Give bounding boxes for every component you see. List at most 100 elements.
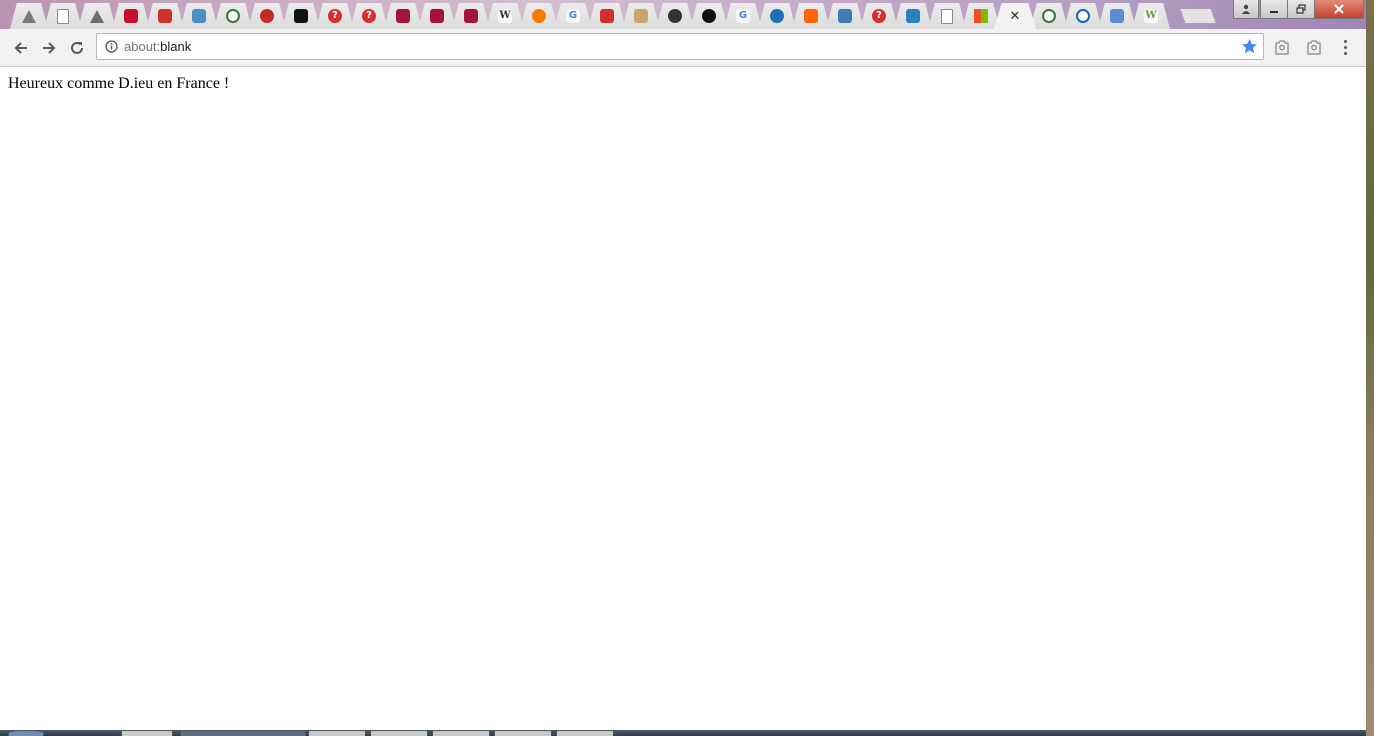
browser-tab[interactable]: ? (350, 3, 388, 29)
new-tab-button[interactable] (1179, 8, 1217, 24)
browser-tab[interactable] (248, 3, 286, 29)
browser-tab[interactable] (214, 3, 252, 29)
browser-tab[interactable] (1098, 3, 1136, 29)
browser-tab[interactable]: G (724, 3, 762, 29)
taskbar-button[interactable] (308, 730, 366, 736)
close-icon (1334, 4, 1344, 14)
browser-tab[interactable] (962, 3, 1000, 29)
taskbar-button[interactable] (494, 730, 552, 736)
browser-tab[interactable] (520, 3, 558, 29)
red-shape-icon (396, 9, 410, 23)
browser-tab[interactable] (588, 3, 626, 29)
slash-logo-icon (600, 9, 614, 23)
pattern-icon (838, 9, 852, 23)
browser-tab[interactable] (622, 3, 660, 29)
url-scheme: about: (124, 39, 161, 54)
browser-tab[interactable] (112, 3, 150, 29)
orange-swirl-icon (532, 9, 546, 23)
start-button[interactable] (8, 730, 44, 736)
red-shape-icon (430, 9, 444, 23)
code-brackets-icon (226, 9, 240, 23)
microsoft-icon (974, 9, 988, 23)
google-icon: G (736, 9, 750, 23)
question-icon: ? (362, 9, 376, 23)
browser-tab[interactable] (792, 3, 830, 29)
extension-icon[interactable] (1274, 39, 1290, 55)
page-content: Heureux comme D.ieu en France ! (0, 67, 1366, 730)
info-icon[interactable] (105, 40, 118, 53)
reload-icon (71, 41, 83, 54)
browser-tab[interactable] (452, 3, 490, 29)
browser-tab[interactable]: G (554, 3, 592, 29)
browser-tab[interactable] (44, 3, 82, 29)
bookmark-star-icon[interactable] (1241, 38, 1258, 55)
taskbar-button[interactable] (556, 730, 614, 736)
minimize-icon (1270, 11, 1278, 13)
wh-logo-icon: W (1144, 9, 1158, 23)
wikipedia-icon: W (498, 9, 512, 23)
face-icon (668, 9, 682, 23)
code-brackets-icon (1076, 9, 1090, 23)
browser-menu-button[interactable] (1337, 38, 1353, 56)
browser-tab[interactable] (282, 3, 320, 29)
close-window-button[interactable] (1314, 0, 1364, 19)
browser-tab[interactable] (180, 3, 218, 29)
triangle-logo-icon (90, 9, 104, 23)
user-icon (1242, 4, 1250, 14)
flower-icon (634, 9, 648, 23)
browser-tab[interactable] (1064, 3, 1102, 29)
question-icon: ? (328, 9, 342, 23)
browser-tab[interactable] (894, 3, 932, 29)
profile-button[interactable] (1233, 0, 1259, 19)
taskbar (0, 730, 1366, 736)
browser-tab[interactable] (1030, 3, 1068, 29)
browser-tab[interactable] (146, 3, 184, 29)
browser-tab[interactable] (384, 3, 422, 29)
browser-toolbar: about:blank (0, 29, 1366, 67)
red-shape-icon (464, 9, 478, 23)
arrow-right-icon (43, 42, 56, 54)
shield-icon (1110, 9, 1124, 23)
extension-icon[interactable] (1306, 39, 1322, 55)
address-url[interactable]: about:blank (124, 39, 191, 54)
red-ring-icon (260, 9, 274, 23)
forward-button[interactable] (38, 37, 60, 59)
browser-tab[interactable] (656, 3, 694, 29)
taskbar-button[interactable] (121, 730, 173, 736)
browser-tab[interactable]: W (1132, 3, 1170, 29)
minimize-button[interactable] (1260, 0, 1288, 19)
blank-page-icon (57, 8, 69, 24)
tab-active[interactable]: ✕ (994, 3, 1036, 29)
taskbar-button[interactable] (180, 730, 306, 736)
browser-tab[interactable] (826, 3, 864, 29)
menu-dot-icon (1343, 51, 1347, 55)
browser-tab[interactable]: ? (316, 3, 354, 29)
browser-tab[interactable]: ? (860, 3, 898, 29)
arrow-left-icon (14, 42, 27, 54)
browser-tab[interactable] (758, 3, 796, 29)
browser-tab[interactable] (78, 3, 116, 29)
browser-tab[interactable] (418, 3, 456, 29)
question-icon: ? (872, 9, 886, 23)
back-button[interactable] (10, 37, 32, 59)
browser-window: W ✕? G G W?? about:blank Heureux comme D… (0, 0, 1366, 730)
address-bar[interactable]: about:blank (96, 33, 1264, 60)
reload-button[interactable] (66, 37, 88, 59)
page-text: Heureux comme D.ieu en France ! (8, 75, 230, 92)
menu-dot-icon (1343, 45, 1347, 49)
browser-tab[interactable] (10, 3, 48, 29)
red-swoosh-icon (124, 9, 138, 23)
active-tab-close-icon[interactable]: ✕ (1008, 9, 1022, 23)
taskbar-button[interactable] (432, 730, 490, 736)
google-icon: G (566, 9, 580, 23)
m-logo-icon (294, 9, 308, 23)
code-brackets-icon (1042, 9, 1056, 23)
triangle-logo-icon (22, 9, 36, 23)
browser-tab[interactable]: W (486, 3, 524, 29)
tab-strip: W ✕? G G W?? (0, 0, 1366, 29)
taskbar-button[interactable] (370, 730, 428, 736)
browser-tab[interactable] (928, 3, 966, 29)
menu-dot-icon (1343, 39, 1347, 43)
restore-button[interactable] (1287, 0, 1315, 19)
browser-tab[interactable] (690, 3, 728, 29)
